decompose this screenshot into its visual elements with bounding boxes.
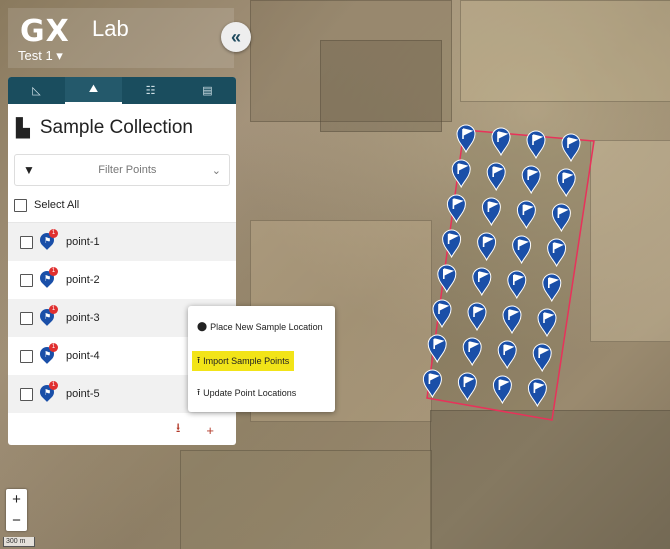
- select-all-row[interactable]: Select All: [8, 192, 236, 218]
- point-checkbox[interactable]: [20, 387, 33, 401]
- place-new-sample-location-item[interactable]: ⬤ Place New Sample Location: [197, 321, 323, 332]
- flag-pin-icon: ⚑ 1: [37, 381, 58, 403]
- flag-pin-icon: ⚑ 1: [37, 267, 58, 289]
- project-selector[interactable]: Test 1 ▾: [18, 48, 63, 64]
- list-item[interactable]: ⚑ 1 point-1: [8, 223, 236, 261]
- double-chevron-left-icon: «: [230, 26, 241, 47]
- point-label: point-5: [66, 388, 100, 400]
- point-label: point-4: [66, 350, 100, 362]
- import-sample-points-item[interactable]: ⭱ Import Sample Points: [192, 351, 295, 371]
- panel-header: ▙ Sample Collection: [8, 112, 236, 144]
- filter-points-dropdown[interactable]: ▼ Filter Points ⌄: [14, 154, 230, 186]
- zoom-control: + −: [6, 489, 27, 531]
- count-badge: 1: [49, 381, 58, 390]
- tab-sample-collection[interactable]: ⛰: [65, 77, 122, 104]
- download-icon[interactable]: ⭳: [176, 419, 181, 441]
- upload-icon: ⭱: [197, 387, 201, 397]
- document-icon: ▤: [202, 85, 213, 97]
- flag-pin-icon: ⚑ 1: [37, 343, 58, 365]
- upload-icon: ⭱: [197, 355, 201, 365]
- ruler-icon: ◺: [32, 85, 41, 97]
- panel-tabs: ◺ ⛰ ☷ ▤: [8, 77, 236, 104]
- tab-measure[interactable]: ◺: [8, 77, 65, 104]
- map-layers-icon: ⛰: [88, 83, 99, 95]
- point-checkbox[interactable]: [20, 349, 33, 363]
- sample-probe-icon: ☷: [145, 85, 156, 97]
- point-label: point-2: [66, 274, 100, 286]
- menu-item-label: Place New Sample Location: [210, 321, 323, 332]
- count-badge: 1: [49, 229, 58, 238]
- zoom-out-button[interactable]: −: [6, 510, 27, 531]
- count-badge: 1: [49, 343, 58, 352]
- point-checkbox[interactable]: [20, 311, 33, 325]
- point-checkbox[interactable]: [20, 273, 33, 287]
- point-label: point-1: [66, 236, 100, 248]
- count-badge: 1: [49, 305, 58, 314]
- collapse-panel-button[interactable]: «: [221, 22, 251, 52]
- menu-item-label: Import Sample Points: [203, 356, 290, 366]
- app-logo: GX Lab Test 1 ▾: [8, 8, 234, 68]
- map-marker-icon: ⬤: [197, 321, 208, 331]
- point-label: point-3: [66, 312, 100, 324]
- panel-actions: ⭳ +: [8, 415, 236, 445]
- add-points-menu: ⬤ Place New Sample Location ⭱ Import Sam…: [188, 306, 335, 412]
- tab-reports[interactable]: ▤: [179, 77, 236, 104]
- update-point-locations-item[interactable]: ⭱ Update Point Locations: [197, 385, 296, 401]
- map-icon: ▙: [16, 117, 30, 138]
- flag-pin-icon: ⚑ 1: [37, 229, 58, 251]
- count-badge: 1: [49, 267, 58, 276]
- filter-placeholder: Filter Points: [98, 164, 157, 176]
- select-all-checkbox[interactable]: [14, 198, 27, 212]
- scale-bar: 300 m: [3, 537, 35, 547]
- add-icon[interactable]: +: [206, 423, 214, 438]
- menu-item-label: Update Point Locations: [203, 388, 297, 398]
- zoom-in-button[interactable]: +: [6, 489, 27, 510]
- select-all-label: Select All: [34, 199, 80, 211]
- logo-lab: Lab: [92, 16, 129, 41]
- flag-pin-icon: ⚑ 1: [37, 305, 58, 327]
- tab-sampling[interactable]: ☷: [122, 77, 179, 104]
- filter-icon: ▼: [23, 163, 35, 177]
- logo-gx: GX: [20, 14, 70, 49]
- page-title: Sample Collection: [39, 117, 193, 138]
- chevron-down-icon: ⌄: [211, 164, 221, 177]
- point-checkbox[interactable]: [20, 235, 33, 249]
- list-item[interactable]: ⚑ 1 point-2: [8, 261, 236, 299]
